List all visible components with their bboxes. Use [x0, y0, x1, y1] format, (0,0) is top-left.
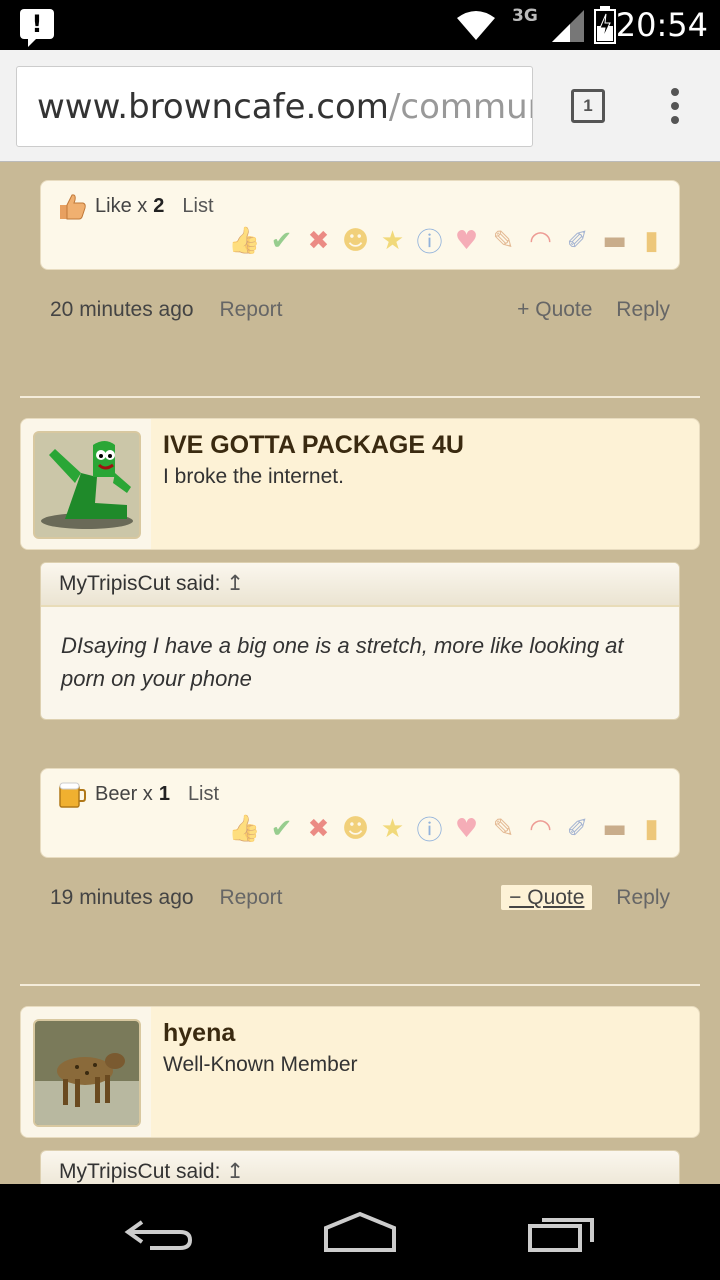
post-meta: 20 minutes ago Report + Quote Reply [50, 298, 670, 322]
home-icon[interactable] [320, 1210, 400, 1256]
quote-block: MyTripisCut said: ↥ [40, 1150, 680, 1184]
address-bar[interactable]: www.browncafe.com/communi [16, 66, 533, 147]
go-to-quote-arrow-icon[interactable]: ↥ [226, 571, 244, 595]
reaction-label: Beer x [95, 782, 153, 805]
reaction-label: Like x [95, 194, 148, 217]
user-info: hyena Well-Known Member [20, 1006, 700, 1138]
quote-block: MyTripisCut said: ↥ DIsaying I have a bi… [40, 562, 680, 720]
username[interactable]: hyena [163, 1019, 235, 1048]
user-info: IVE GOTTA PACKAGE 4U I broke the interne… [20, 418, 700, 550]
quote-author[interactable]: MyTripisCut said: [59, 1160, 220, 1183]
winner-icon[interactable]: ★ [377, 813, 408, 844]
system-navigation-bar [0, 1184, 720, 1280]
quote-header: MyTripisCut said: ↥ [41, 563, 679, 607]
quote-button[interactable]: + Quote [517, 298, 592, 321]
reaction-count: 2 [153, 194, 165, 217]
recent-apps-icon[interactable] [524, 1214, 600, 1254]
reply-button[interactable]: Reply [616, 886, 670, 909]
browser-toolbar: www.browncafe.com/communi 1 [0, 50, 720, 162]
reply-button[interactable]: Reply [616, 298, 670, 321]
love-icon[interactable]: ♥ [451, 225, 482, 256]
rainbow-icon[interactable]: ◠ [525, 813, 556, 844]
funny-icon[interactable]: ☻ [340, 225, 371, 256]
reaction-summary: Like x 2 List [57, 191, 214, 221]
reaction-count: 1 [158, 782, 170, 805]
beer-icon [59, 782, 86, 808]
reaction-bar: Beer x 1 List 👍 ✔ ✖ ☻ ★ ⓘ ♥ ✎ ◠ ✐ ▬ ▮ [40, 768, 680, 858]
clock: 20:54 [615, 6, 708, 44]
reaction-options: 👍 ✔ ✖ ☻ ★ ⓘ ♥ ✎ ◠ ✐ ▬ ▮ [228, 225, 667, 259]
thumbs-up-icon [60, 194, 86, 220]
beer-icon[interactable]: ▮ [636, 225, 667, 256]
hyena-avatar-image [35, 1021, 139, 1125]
url-path: /communi [388, 87, 532, 127]
reaction-bar: Like x 2 List 👍 ✔ ✖ ☻ ★ ⓘ ♥ ✎ ◠ ✐ ▬ ▮ [40, 180, 680, 270]
like-icon[interactable]: 👍 [228, 225, 260, 256]
avatar[interactable] [33, 431, 141, 539]
informative-icon[interactable]: ⓘ [414, 225, 445, 258]
username[interactable]: IVE GOTTA PACKAGE 4U [163, 431, 464, 460]
love-icon[interactable]: ♥ [451, 813, 482, 844]
report-link[interactable]: Report [219, 298, 282, 321]
post-divider [20, 984, 700, 986]
user-title: I broke the internet. [163, 465, 344, 488]
wifi-icon [457, 11, 495, 40]
overflow-menu-icon[interactable] [660, 88, 690, 128]
thread-content: Like x 2 List 👍 ✔ ✖ ☻ ★ ⓘ ♥ ✎ ◠ ✐ ▬ ▮ 20… [0, 162, 720, 1184]
signal-icon [552, 10, 584, 42]
user-title: Well-Known Member [163, 1053, 358, 1076]
quote-author[interactable]: MyTripisCut said: [59, 572, 220, 595]
go-to-quote-arrow-icon[interactable]: ↥ [226, 1159, 244, 1183]
useful-icon[interactable]: ✎ [488, 225, 519, 256]
useful-icon[interactable]: ✎ [488, 813, 519, 844]
url-domain: www.browncafe.com [37, 87, 389, 127]
winner-icon[interactable]: ★ [377, 225, 408, 256]
status-bar: 3G 20:54 [0, 0, 720, 50]
disagree-icon[interactable]: ✖ [303, 813, 334, 844]
like-icon[interactable]: 👍 [228, 813, 260, 844]
rainbow-icon[interactable]: ◠ [525, 225, 556, 256]
creative-icon[interactable]: ✐ [562, 225, 593, 256]
post-timestamp[interactable]: 20 minutes ago [50, 298, 194, 321]
agree-icon[interactable]: ✔ [266, 225, 297, 256]
post-divider [20, 396, 700, 398]
url-text: www.browncafe.com/communi [37, 87, 532, 127]
informative-icon[interactable]: ⓘ [414, 813, 445, 846]
post-timestamp[interactable]: 19 minutes ago [50, 886, 194, 909]
package-icon[interactable]: ▬ [599, 225, 630, 256]
funny-icon[interactable]: ☻ [340, 813, 371, 844]
beer-icon[interactable]: ▮ [636, 813, 667, 844]
tab-switcher-button[interactable]: 1 [571, 89, 605, 123]
network-type: 3G [512, 6, 538, 26]
package-icon[interactable]: ▬ [599, 813, 630, 844]
disagree-icon[interactable]: ✖ [303, 225, 334, 256]
reaction-list-link[interactable]: List [188, 783, 219, 806]
post-meta: 19 minutes ago Report − Quote Reply [50, 885, 670, 910]
gumby-avatar-image [35, 433, 139, 537]
back-icon[interactable] [120, 1214, 200, 1254]
notification-alert-icon [20, 9, 54, 47]
agree-icon[interactable]: ✔ [266, 813, 297, 844]
battery-icon [594, 6, 616, 44]
reaction-options: 👍 ✔ ✖ ☻ ★ ⓘ ♥ ✎ ◠ ✐ ▬ ▮ [228, 813, 667, 847]
creative-icon[interactable]: ✐ [562, 813, 593, 844]
quote-text: DIsaying I have a big one is a stretch, … [61, 633, 624, 691]
avatar[interactable] [33, 1019, 141, 1127]
quote-button[interactable]: − Quote [501, 885, 593, 910]
reaction-summary: Beer x 1 List [57, 779, 219, 809]
quote-header: MyTripisCut said: ↥ [41, 1151, 679, 1184]
reaction-list-link[interactable]: List [182, 195, 213, 218]
report-link[interactable]: Report [219, 886, 282, 909]
